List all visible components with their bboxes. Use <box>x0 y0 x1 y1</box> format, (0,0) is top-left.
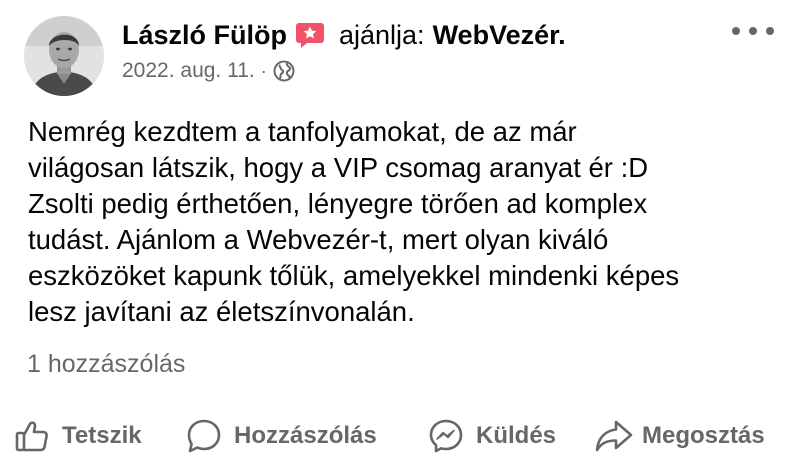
more-dot <box>732 27 740 35</box>
recommendation-star-badge-icon <box>295 21 325 49</box>
recommends-text: ajánlja: <box>339 20 425 50</box>
recommendation-post: László Fülöp ajánlja: WebVezér. 2022. au… <box>0 0 800 465</box>
send-button[interactable]: Küldés <box>428 414 556 458</box>
globe-icon <box>273 60 295 82</box>
post-text-line: Zsolti pedig érthetően, lényegre törően … <box>28 188 648 219</box>
like-label: Tetszik <box>62 422 142 449</box>
avatar[interactable] <box>24 16 104 96</box>
name-line: László Fülöp ajánlja: WebVezér. <box>122 18 780 52</box>
post-text-line: lesz javítani az életszínvonalán. <box>28 296 415 327</box>
post-meta: 2022. aug. 11. · <box>122 58 780 84</box>
thumbs-up-icon <box>14 418 50 454</box>
meta-separator: · <box>260 61 267 81</box>
action-bar: Tetszik Hozzászólás Küldés Megosztás <box>0 414 800 458</box>
comment-button[interactable]: Hozzászólás <box>186 414 377 458</box>
share-button[interactable]: Megosztás <box>594 414 765 458</box>
post-text-line: eszközöket kapunk tőlük, amelyekkel mind… <box>28 260 680 291</box>
share-arrow-icon <box>594 418 633 454</box>
more-dot <box>749 27 757 35</box>
author-name[interactable]: László Fülöp <box>122 18 287 52</box>
page-name[interactable]: WebVezér. <box>433 18 566 52</box>
comment-label: Hozzászólás <box>234 422 377 449</box>
post-header: László Fülöp ajánlja: WebVezér. 2022. au… <box>122 18 780 84</box>
send-label: Küldés <box>476 422 557 449</box>
comment-count[interactable]: 1 hozzászólás <box>27 348 185 380</box>
post-text-line: Nemrég kezdtem a tanfolyamokat, de az má… <box>28 116 577 147</box>
more-options-icon[interactable] <box>732 20 774 42</box>
more-dot <box>766 27 774 35</box>
comment-bubble-icon <box>186 418 222 454</box>
share-label: Megosztás <box>642 422 765 449</box>
avatar-photo <box>24 16 104 96</box>
messenger-icon <box>428 418 464 454</box>
post-date[interactable]: 2022. aug. 11. <box>122 58 255 84</box>
post-text-line: tudást. Ajánlom a Webvezér-t, mert olyan… <box>28 224 609 255</box>
like-button[interactable]: Tetszik <box>14 414 142 458</box>
post-text: Nemrég kezdtem a tanfolyamokat, de az má… <box>28 114 780 330</box>
post-text-line: világosan látszik, hogy a VIP csomag ara… <box>28 152 649 183</box>
